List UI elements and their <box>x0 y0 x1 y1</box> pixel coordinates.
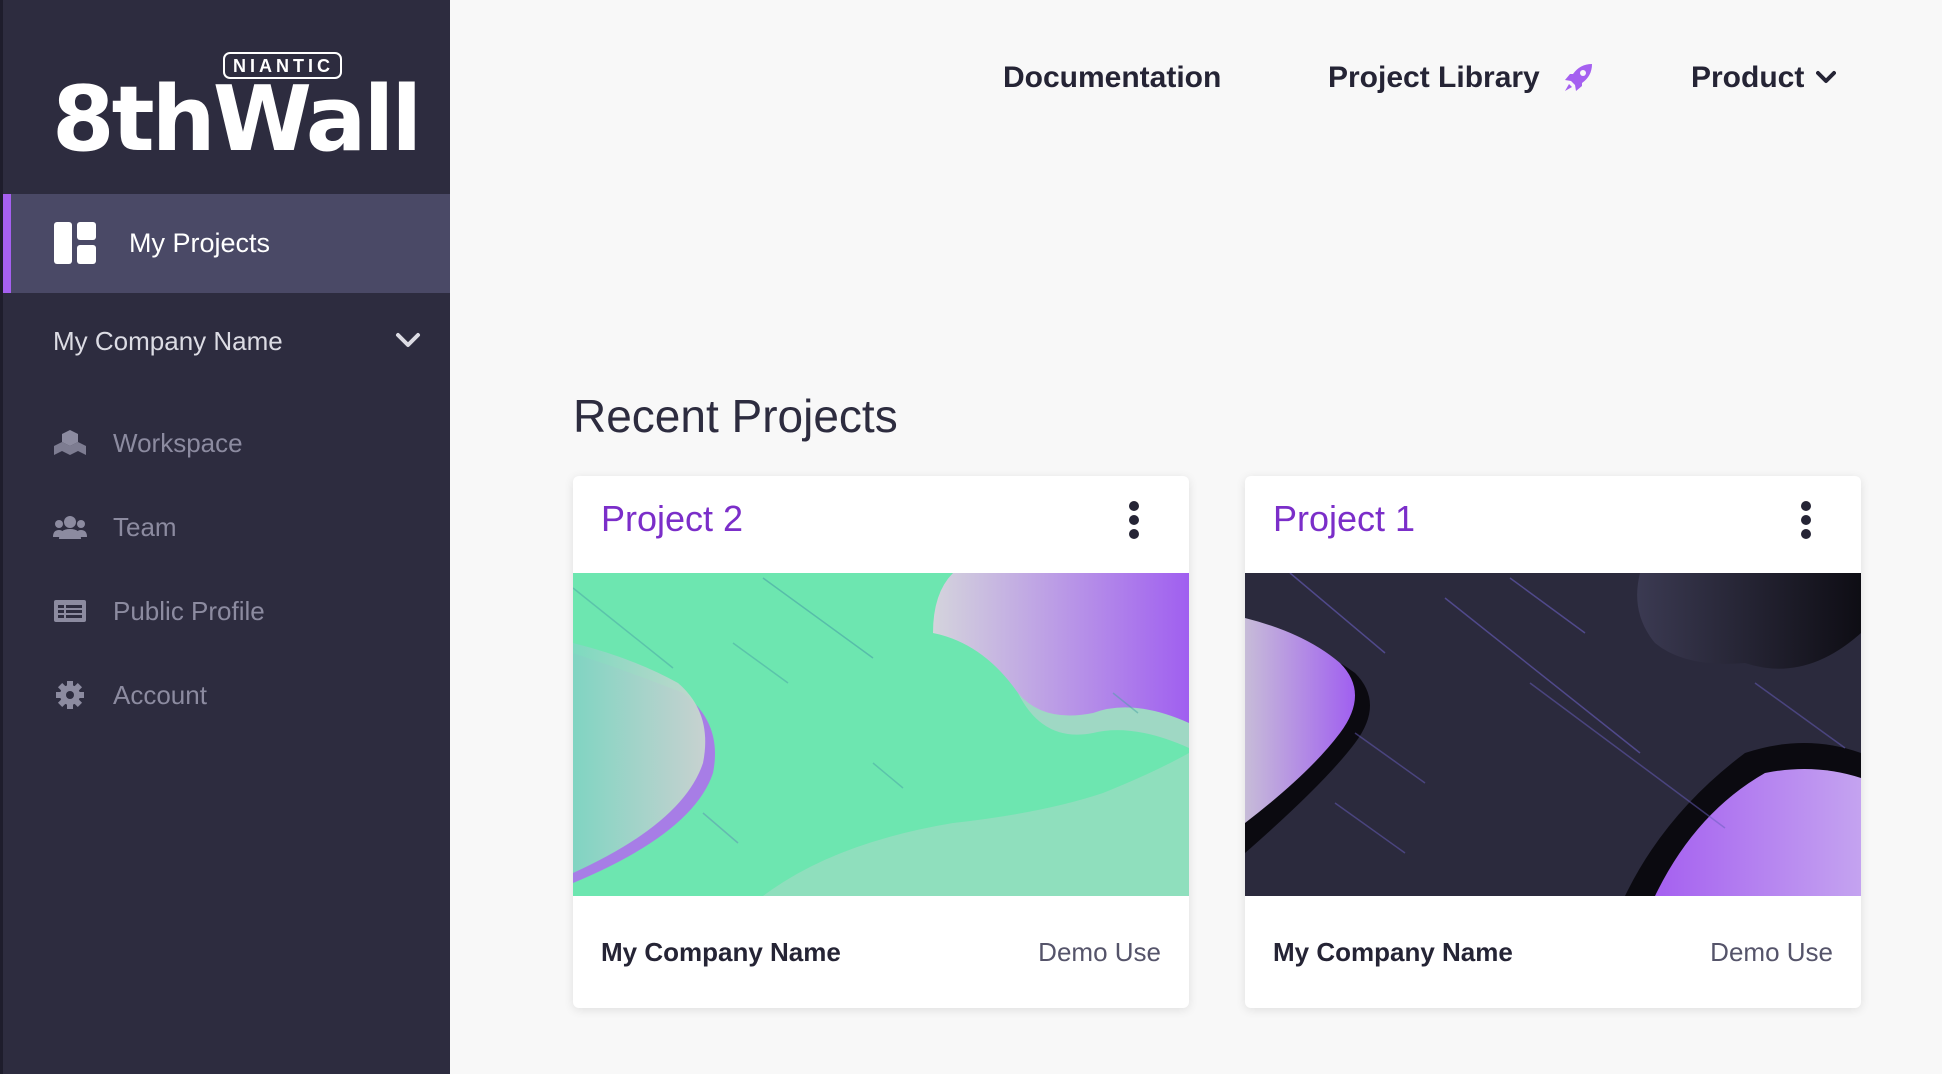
project-thumbnail-image[interactable] <box>573 573 1189 896</box>
chevron-down-icon <box>1816 71 1836 83</box>
project-owner: My Company Name <box>601 937 841 967</box>
nav-project-library[interactable]: Project Library <box>1328 50 1592 106</box>
nav-documentation[interactable]: Documentation <box>1003 50 1221 106</box>
project-thumbnail-image[interactable] <box>1245 573 1861 896</box>
project-title[interactable]: Project 1 <box>1273 476 1415 562</box>
nav-documentation-label: Documentation <box>1003 61 1222 94</box>
sidebar-item-label: Team <box>113 512 177 542</box>
sidebar-item-workspace[interactable]: Workspace <box>3 413 450 473</box>
sidebar-item-public-profile[interactable]: Public Profile <box>3 581 450 641</box>
project-usage-tag: Demo Use <box>1038 937 1161 967</box>
project-card[interactable]: Project 1 My Company Name Demo Use <box>1245 476 1861 1008</box>
id-card-icon <box>54 600 86 622</box>
project-usage-tag: Demo Use <box>1710 937 1833 967</box>
sidebar-item-my-projects[interactable]: My Projects <box>3 194 450 293</box>
nav-product-dropdown[interactable]: Product <box>1691 50 1836 106</box>
section-title-recent-projects: Recent Projects <box>573 390 898 442</box>
company-selector[interactable]: My Company Name <box>3 293 450 389</box>
rocket-icon <box>1565 64 1592 91</box>
dashboard-grid-icon <box>54 222 96 264</box>
8thwall-wordmark: 8thWall <box>52 67 422 172</box>
brand-logo[interactable]: NIANTIC 8thWall <box>52 52 422 172</box>
company-name: My Company Name <box>53 326 283 356</box>
nav-product-label: Product <box>1691 61 1805 94</box>
project-title[interactable]: Project 2 <box>601 476 743 562</box>
sidebar-item-label: Workspace <box>113 428 243 458</box>
project-card[interactable]: Project 2 My Company Name Demo Use <box>573 476 1189 1008</box>
chevron-down-icon <box>396 333 420 347</box>
sidebar-item-account[interactable]: Account <box>3 665 450 725</box>
project-owner: My Company Name <box>1273 937 1513 967</box>
gear-icon <box>56 681 84 709</box>
sidebar: NIANTIC 8thWall My Projects My Company N… <box>0 0 450 1074</box>
users-icon <box>53 516 87 539</box>
sidebar-item-team[interactable]: Team <box>3 497 450 557</box>
sidebar-item-label: My Projects <box>129 228 271 258</box>
more-options-icon[interactable] <box>1799 500 1813 540</box>
nav-project-library-label: Project Library <box>1328 61 1540 94</box>
more-options-icon[interactable] <box>1127 500 1141 540</box>
sidebar-item-label: Public Profile <box>113 596 265 626</box>
cubes-icon <box>54 430 86 455</box>
sidebar-item-label: Account <box>113 680 207 710</box>
